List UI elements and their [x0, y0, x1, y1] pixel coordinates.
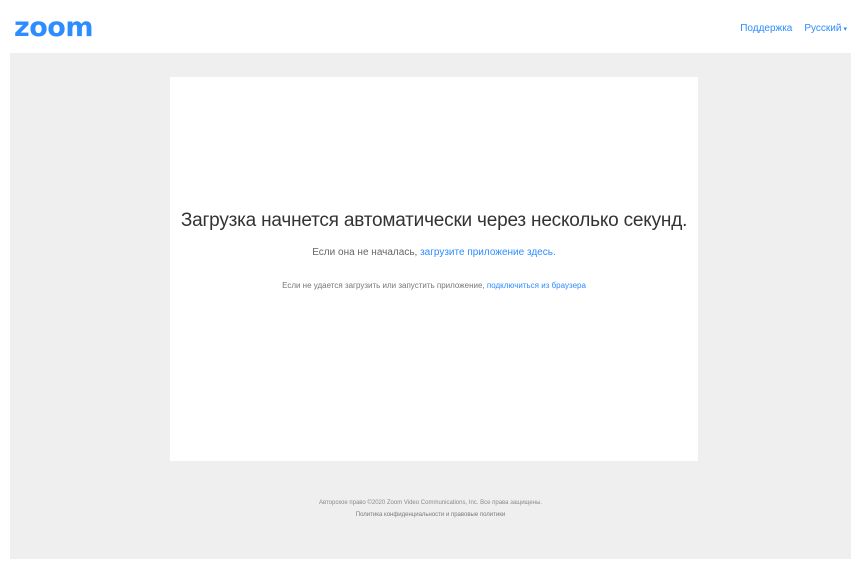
top-nav: Поддержка Русский ▾ [740, 23, 847, 34]
page-body: Загрузка начнется автоматически через не… [10, 53, 851, 559]
copyright-text: Авторское право ©2020 Zoom Video Communi… [318, 500, 543, 506]
language-selector[interactable]: Русский ▾ [804, 23, 847, 34]
support-link[interactable]: Поддержка [740, 23, 792, 34]
browser-hint-text: Если не удается загрузить или запустить … [282, 281, 487, 290]
download-hint-text: Если она не началась, [312, 247, 421, 258]
language-label: Русский [804, 23, 842, 34]
browser-hint: Если не удается загрузить или запустить … [170, 281, 698, 290]
top-header: zoom Поддержка Русский ▾ [0, 0, 859, 52]
page-footer: Авторское право ©2020 Zoom Video Communi… [10, 497, 851, 521]
download-headline: Загрузка начнется автоматически через не… [180, 210, 688, 231]
zoom-logo[interactable]: zoom [14, 13, 93, 43]
chevron-down-icon: ▾ [843, 26, 847, 33]
privacy-policy-link[interactable]: Политика конфиденциальности и правовые п… [356, 512, 505, 518]
download-app-link[interactable]: загрузите приложение здесь. [420, 247, 556, 258]
join-from-browser-link[interactable]: подключиться из браузера [487, 281, 586, 290]
download-hint: Если она не началась, загрузите приложен… [170, 247, 698, 258]
download-card: Загрузка начнется автоматически через не… [170, 77, 698, 461]
